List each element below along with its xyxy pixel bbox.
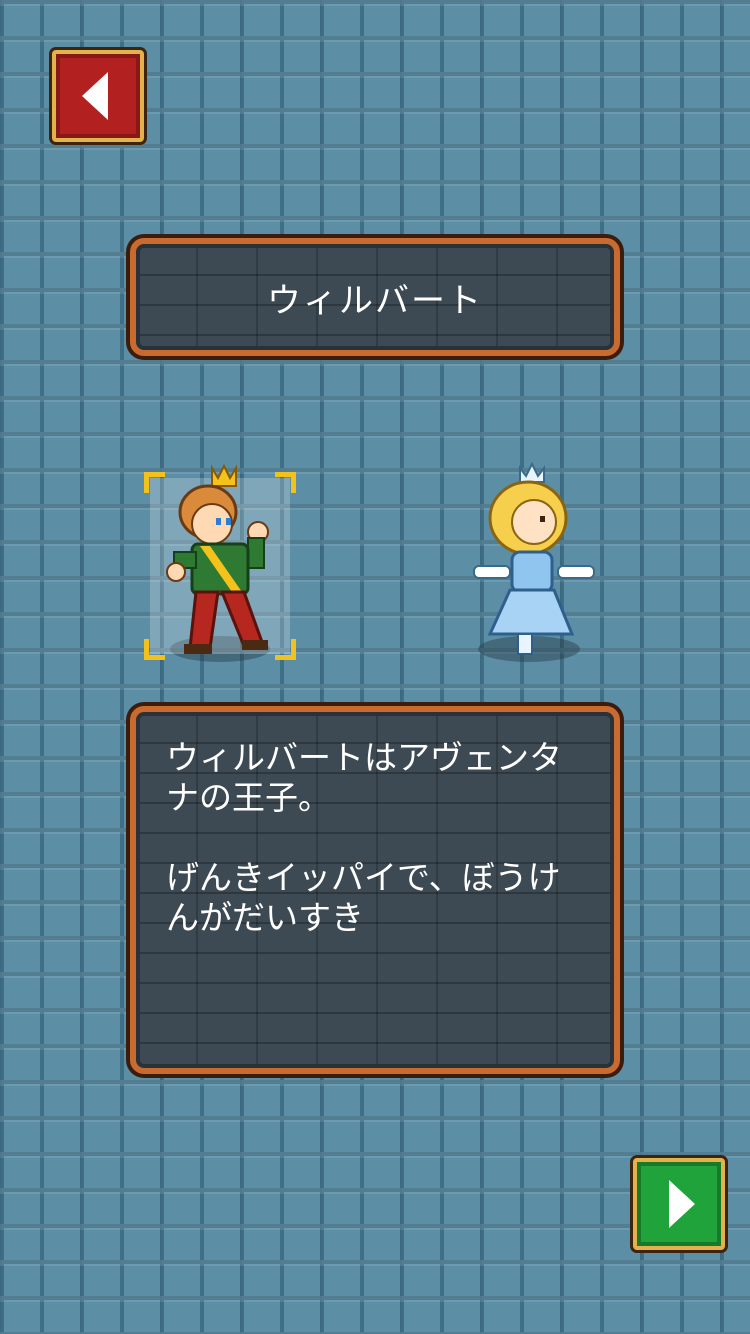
back-button[interactable] bbox=[52, 50, 144, 142]
prince-sprite bbox=[166, 463, 269, 654]
character-description: ウィルバートはアヴェンタ ナの王子。 げんきイッパイで、ぼうけ んがだいすき bbox=[166, 738, 562, 937]
arrow-right-icon bbox=[669, 1180, 695, 1228]
next-button[interactable] bbox=[633, 1158, 725, 1250]
character-name: ウィルバート bbox=[267, 280, 483, 321]
brick-wall-background bbox=[0, 0, 750, 1334]
character-name-panel: ウィルバート bbox=[130, 238, 620, 356]
princess-sprite[interactable] bbox=[460, 462, 600, 662]
character-description-panel: ウィルバートはアヴェンタ ナの王子。 げんきイッパイで、ぼうけ んがだいすき bbox=[130, 706, 620, 1074]
arrow-left-icon bbox=[82, 72, 108, 120]
